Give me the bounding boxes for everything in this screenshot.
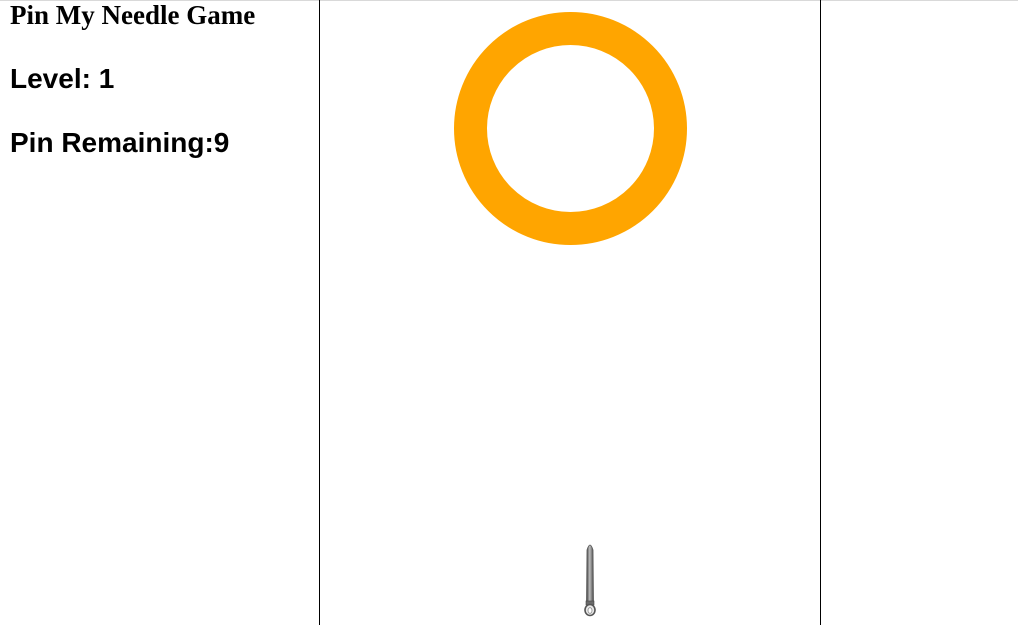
game-board[interactable] bbox=[319, 0, 821, 625]
target-ring bbox=[454, 12, 687, 245]
side-panel: Pin My Needle Game Level: 1 Pin Remainin… bbox=[0, 0, 319, 625]
pins-remaining-display: Pin Remaining:9 bbox=[10, 127, 229, 159]
needle-pin-icon[interactable] bbox=[580, 540, 600, 618]
level-value: 1 bbox=[98, 63, 115, 94]
pins-remaining-label: Pin Remaining: bbox=[10, 127, 214, 158]
game-title: Pin My Needle Game bbox=[10, 0, 256, 30]
level-display: Level: 1 bbox=[10, 63, 114, 95]
level-label: Level: bbox=[10, 63, 91, 94]
pins-remaining-value: 9 bbox=[213, 127, 230, 158]
